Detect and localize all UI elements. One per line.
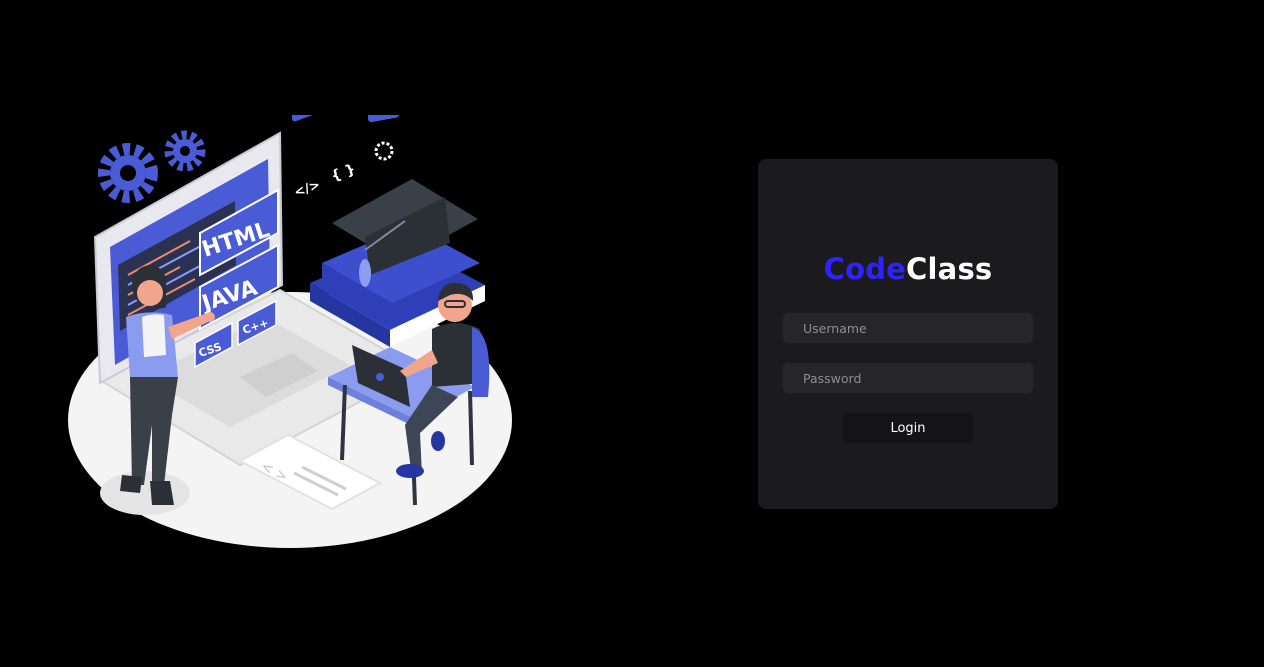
username-input[interactable] xyxy=(783,313,1033,343)
brand-logo: CodeClass xyxy=(758,251,1058,287)
code-tag-label: </> xyxy=(292,178,322,201)
login-card: CodeClass Login xyxy=(758,159,1058,509)
brand-logo-class: Class xyxy=(906,252,993,286)
student-shoe xyxy=(431,431,445,451)
braces-label: { } xyxy=(329,161,358,185)
brand-logo-code: Code xyxy=(823,252,907,286)
login-page: HTML JAVA CSS C++ </> { } < > CodeClass … xyxy=(0,0,1264,667)
gear-icon xyxy=(98,143,158,203)
settings-tile-icon xyxy=(368,115,400,123)
desk-leg xyxy=(468,390,474,466)
gear-icon xyxy=(164,130,206,172)
teacher-boot xyxy=(150,481,174,505)
person-shadow xyxy=(100,471,190,515)
laptop-logo xyxy=(376,373,384,381)
teacher-vest xyxy=(142,314,166,357)
password-input[interactable] xyxy=(783,363,1033,393)
coding-class-illustration: HTML JAVA CSS C++ </> { } < > xyxy=(68,115,512,548)
login-button[interactable]: Login xyxy=(843,413,973,443)
cap-tassel-end xyxy=(359,259,371,287)
teacher-hand xyxy=(205,312,215,322)
teacher-boot xyxy=(120,475,142,493)
code-tag-icon xyxy=(292,115,322,122)
student-shoe xyxy=(396,464,424,478)
student-chair xyxy=(472,327,490,397)
settings-gear-icon xyxy=(374,141,394,161)
teacher-head xyxy=(137,280,163,306)
